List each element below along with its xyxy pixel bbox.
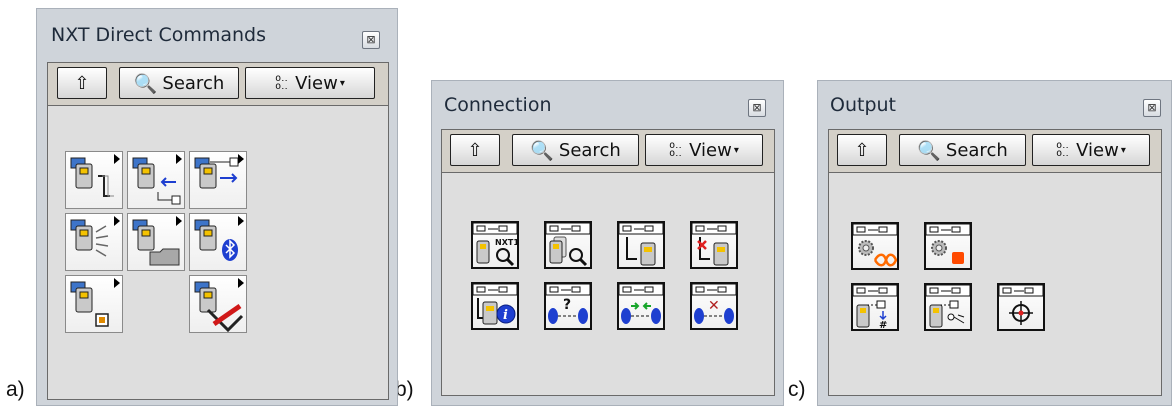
bluetooth-connect-graphic	[619, 284, 663, 324]
palette-connection: Connection ⊠ ⇧ 🔍 Search o‥ o‥ View ▾ NXT1 i …	[431, 80, 784, 406]
view-button[interactable]: o‥ o‥ View ▾	[645, 134, 763, 166]
nxt-file-subpalette-icon[interactable]	[127, 213, 185, 271]
palette-title: NXT Direct Commands	[51, 24, 267, 46]
nxt-bluetooth-subpalette-icon[interactable]	[189, 213, 247, 271]
output-reset-icon[interactable]	[924, 283, 972, 331]
bluetooth-query-graphic: ?	[546, 284, 590, 324]
disconnect-usb-icon[interactable]	[690, 221, 738, 269]
up-arrow-icon: ⇧	[74, 72, 90, 94]
view-caret-icon: ▾	[1120, 144, 1126, 156]
subpalette-arrow-icon	[176, 216, 182, 226]
palette-nxt-direct-commands: NXT Direct Commands ⊠ ⇧ 🔍 Search o‥ o‥ View…	[36, 8, 398, 406]
up-arrow-icon: ⇧	[467, 139, 483, 161]
view-list-icon: o‥ o‥	[1056, 140, 1069, 159]
up-button[interactable]: ⇧	[450, 134, 500, 166]
palette-toolbar: ⇧ 🔍 Search o‥ o‥ View ▾	[48, 63, 388, 106]
crosshair-graphic	[999, 285, 1043, 325]
nxt-info-icon[interactable]: i	[471, 282, 519, 330]
up-button[interactable]: ⇧	[57, 67, 107, 99]
connect-usb-graphic	[619, 223, 663, 266]
palette-toolbar: ⇧ 🔍 Search o‥ o‥ View ▾	[442, 130, 774, 173]
close-button[interactable]: ⊠	[362, 31, 380, 49]
search-icon: 🔍	[133, 72, 158, 95]
view-list-icon: o‥ o‥	[275, 73, 288, 92]
nxt-name-label: NXT1	[495, 238, 517, 247]
motor-stop-graphic	[926, 224, 970, 264]
subpalette-arrow-icon	[114, 278, 120, 288]
palette-body: ⇧ 🔍 Search o‥ o‥ View ▾	[47, 62, 389, 400]
find-all-nxts-graphic	[546, 223, 590, 267]
output-read-state-icon[interactable]: #	[851, 283, 899, 331]
nxt-broadcast-subpalette-icon[interactable]	[65, 213, 123, 271]
palette-output: Output ⊠ ⇧ 🔍 Search o‥ o‥ View ▾ #	[817, 80, 1172, 406]
connect-usb-icon[interactable]	[617, 221, 665, 269]
palette-title: Output	[830, 94, 896, 116]
svg-text:i: i	[503, 308, 508, 323]
query-mark: ?	[563, 297, 571, 313]
close-button[interactable]: ⊠	[1143, 99, 1161, 117]
view-caret-icon: ▾	[339, 77, 345, 89]
find-nxt-icon[interactable]: NXT1	[471, 221, 519, 269]
search-icon: 🔍	[917, 139, 941, 162]
view-button[interactable]: o‥ o‥ View ▾	[1032, 134, 1150, 166]
view-list-icon: o‥ o‥	[669, 140, 682, 159]
search-label: Search	[945, 139, 1008, 161]
palette-body: ⇧ 🔍 Search o‥ o‥ View ▾ NXT1 i ? ✕	[441, 129, 775, 396]
search-button[interactable]: 🔍 Search	[899, 134, 1026, 166]
search-label: Search	[162, 72, 225, 94]
disconnect-usb-graphic	[692, 223, 736, 266]
caption-a: a)	[6, 378, 25, 401]
subpalette-arrow-icon	[238, 216, 244, 226]
palette-toolbar: ⇧ 🔍 Search o‥ o‥ View ▾	[829, 130, 1161, 173]
caption-c: c)	[788, 378, 806, 401]
value-mark: #	[879, 320, 887, 329]
subpalette-arrow-icon	[114, 154, 120, 164]
subpalette-arrow-icon	[238, 278, 244, 288]
nxt-read-write-subpalette-icon[interactable]	[189, 151, 247, 209]
view-label: View	[1076, 139, 1119, 161]
nxt-info-graphic: i	[473, 284, 517, 325]
search-button[interactable]: 🔍 Search	[512, 134, 639, 166]
palette-body: ⇧ 🔍 Search o‥ o‥ View ▾ #	[828, 129, 1162, 396]
subpalette-arrow-icon	[176, 154, 182, 164]
bluetooth-query-icon[interactable]: ?	[544, 282, 592, 330]
nxt-output-subpalette-icon[interactable]	[65, 275, 123, 333]
view-caret-icon: ▾	[733, 144, 739, 156]
view-label: View	[295, 72, 338, 94]
motor-run-forever-graphic	[853, 224, 897, 267]
nxt-disconnect-subpalette-icon[interactable]	[127, 151, 185, 209]
subpalette-arrow-icon	[114, 216, 120, 226]
bluetooth-connect-icon[interactable]	[617, 282, 665, 330]
view-label: View	[689, 139, 732, 161]
search-icon: 🔍	[530, 139, 554, 162]
close-button[interactable]: ⊠	[748, 99, 766, 117]
find-nxt-graphic: NXT1	[473, 223, 517, 267]
output-reset-graphic	[926, 285, 970, 328]
palette-title: Connection	[444, 94, 552, 116]
disconnect-mark: ✕	[708, 298, 720, 314]
search-label: Search	[558, 139, 621, 161]
bluetooth-disconnect-graphic: ✕	[692, 284, 736, 324]
search-button[interactable]: 🔍 Search	[119, 67, 239, 99]
motor-run-forever-icon[interactable]	[851, 222, 899, 270]
up-arrow-icon: ⇧	[854, 139, 870, 161]
nxt-utility-subpalette-icon[interactable]	[189, 275, 247, 333]
view-button[interactable]: o‥ o‥ View ▾	[245, 67, 375, 99]
crosshair-icon[interactable]	[997, 283, 1045, 331]
nxt-connect-subpalette-icon[interactable]	[65, 151, 123, 209]
bluetooth-disconnect-icon[interactable]: ✕	[690, 282, 738, 330]
up-button[interactable]: ⇧	[837, 134, 887, 166]
find-all-nxts-icon[interactable]	[544, 221, 592, 269]
output-read-state-graphic: #	[853, 285, 897, 329]
subpalette-arrow-icon	[238, 154, 244, 164]
motor-stop-icon[interactable]	[924, 222, 972, 270]
